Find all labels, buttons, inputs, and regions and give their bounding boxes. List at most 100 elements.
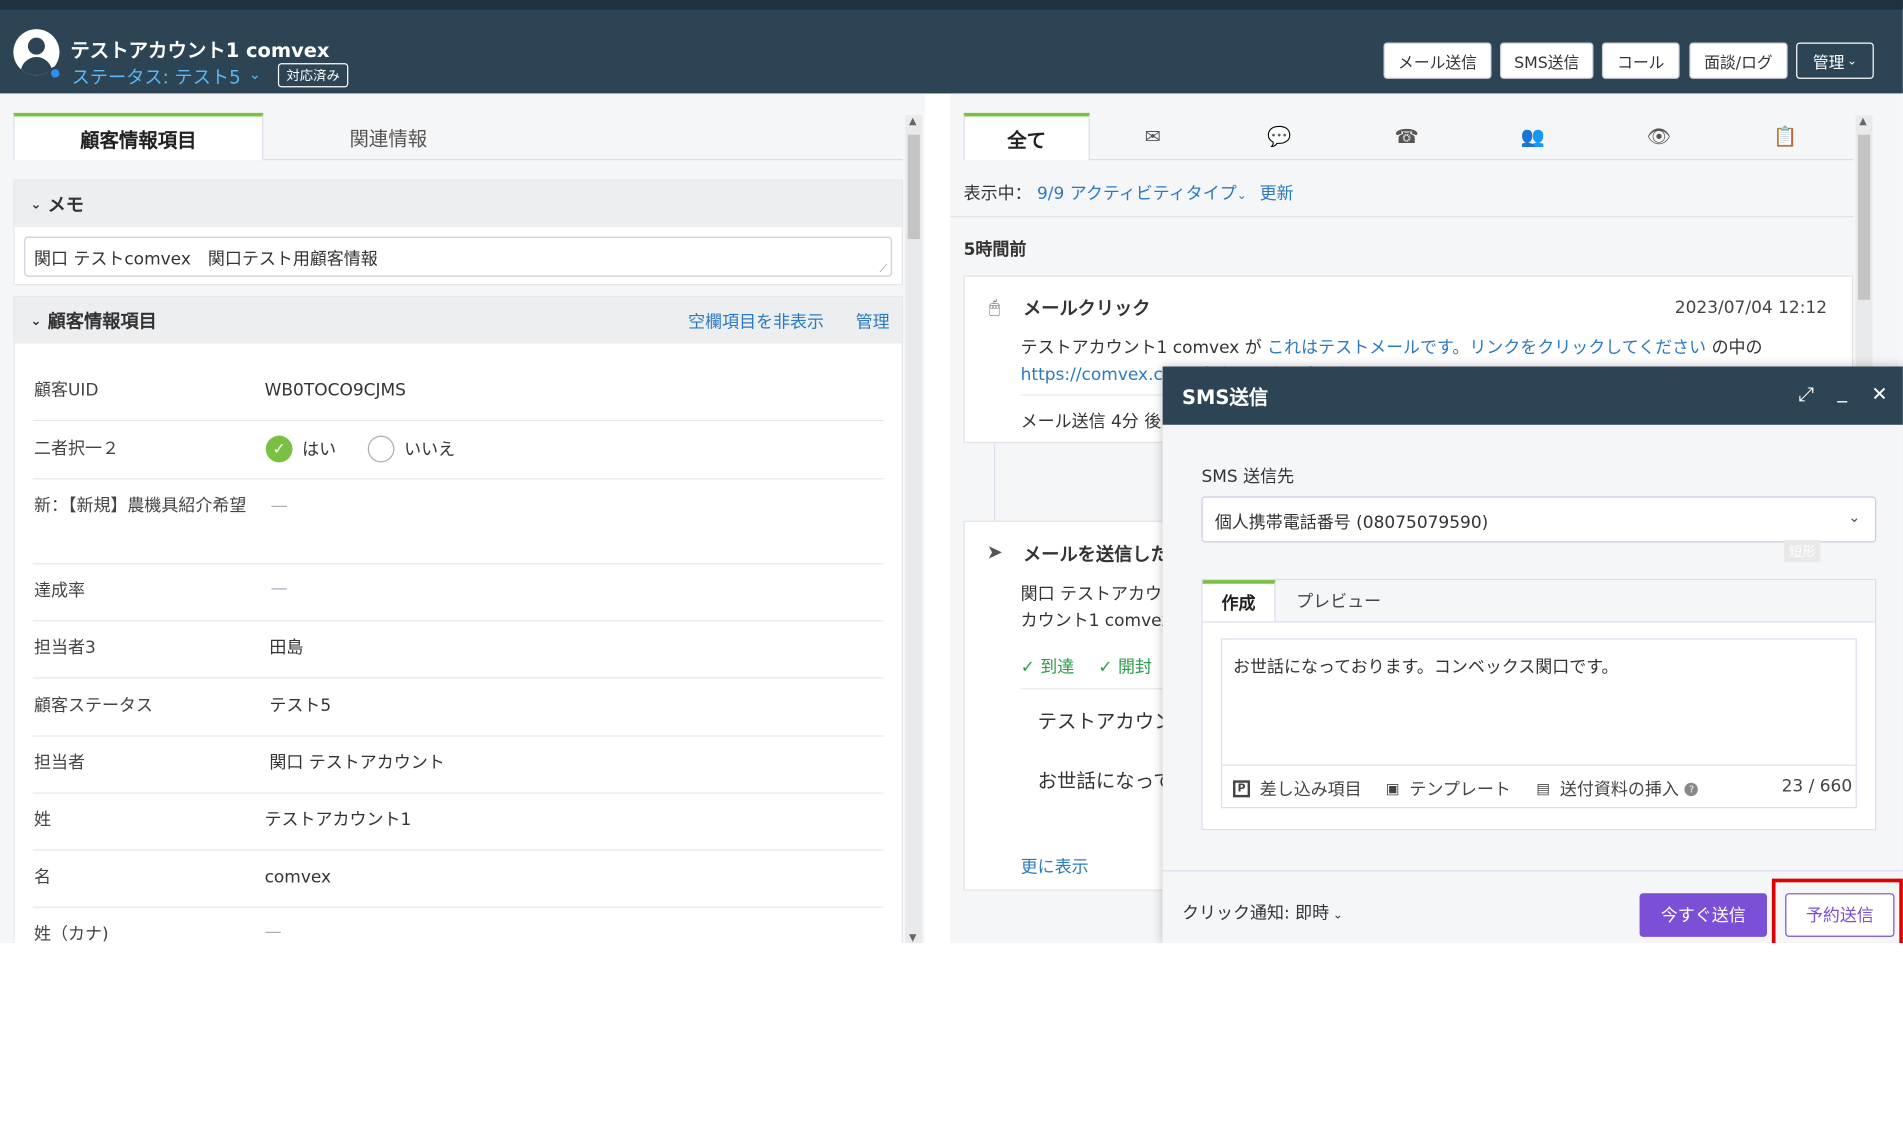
sms-dialog: SMS送信 ⤢ _ ✕ SMS 送信先 個人携帯電話番号 (0807507959… bbox=[1162, 366, 1903, 943]
field-value[interactable]: comvex bbox=[265, 865, 332, 889]
divider bbox=[950, 216, 1854, 218]
left-scrollbar[interactable]: ▲ ▼ bbox=[905, 115, 923, 943]
attach-document-button[interactable]: ▤ 送付資料の挿入? bbox=[1536, 777, 1699, 801]
tab-call[interactable]: ☎ bbox=[1343, 113, 1469, 160]
template-icon: ▣ bbox=[1385, 780, 1400, 798]
tab-meeting[interactable]: 👥 bbox=[1470, 113, 1596, 160]
scrollbar-thumb[interactable] bbox=[907, 134, 920, 240]
resize-handle-icon[interactable]: ⟋ bbox=[879, 263, 887, 275]
manage-label: 管理 bbox=[1812, 54, 1845, 73]
field-row: 顧客ステータス テスト5 bbox=[32, 678, 884, 737]
help-icon[interactable]: ? bbox=[1684, 782, 1699, 796]
send-mail-button[interactable]: メール送信 bbox=[1383, 42, 1492, 79]
sms-dialog-footer: クリック通知: 即時 ⌄ 今すぐ送信 予約送信 bbox=[1162, 870, 1903, 943]
sms-destination-label: SMS 送信先 bbox=[1201, 467, 1295, 487]
show-more-link[interactable]: 更に表示 bbox=[1021, 854, 1089, 878]
tab-related-info[interactable]: 関連情報 bbox=[263, 113, 513, 160]
schedule-send-button[interactable]: 予約送信 bbox=[1785, 893, 1895, 937]
memo-textarea[interactable]: 関口 テストcomvex 関口テスト用顧客情報 bbox=[24, 236, 892, 277]
template-label: テンプレート bbox=[1409, 780, 1511, 800]
sms-destination-select[interactable]: 個人携帯電話番号 (08075079590) ⌄ bbox=[1201, 496, 1877, 543]
attach-document-label: 送付資料の挿入 bbox=[1559, 780, 1679, 800]
minimize-icon[interactable]: _ bbox=[1837, 380, 1847, 403]
tab-chat[interactable]: 💬 bbox=[1216, 113, 1342, 160]
sms-message-textarea[interactable]: お世話になっております。コンベックス関口です。 bbox=[1220, 638, 1857, 765]
activity-title: メールクリック bbox=[1023, 297, 1151, 320]
radio-yes-checked-icon[interactable]: ✓ bbox=[265, 435, 293, 463]
field-value[interactable]: — bbox=[271, 494, 288, 518]
radio-no-label[interactable]: いいえ bbox=[404, 437, 455, 461]
tab-view[interactable]: 👁 bbox=[1596, 113, 1722, 160]
field-value[interactable]: WB0TOCO9CJMS bbox=[265, 379, 406, 403]
close-icon[interactable]: ✕ bbox=[1871, 382, 1887, 405]
mail-icon: ✉ bbox=[1144, 125, 1162, 149]
tab-compose[interactable]: 作成 bbox=[1202, 580, 1276, 622]
activity-title: メールを送信した bbox=[1023, 543, 1169, 566]
field-label: 顧客UID bbox=[33, 381, 99, 401]
chevron-down-icon: ⌄ bbox=[1332, 908, 1343, 923]
tab-preview[interactable]: プレビュー bbox=[1275, 580, 1401, 621]
delivered-status: ✓ 到達 bbox=[1020, 657, 1075, 678]
email-preview-line: テストアカウン bbox=[1037, 709, 1174, 734]
customer-status[interactable]: ステータス: テスト5 bbox=[72, 64, 241, 89]
activity-line: カウント1 comvex bbox=[1020, 611, 1172, 632]
meeting-log-button[interactable]: 面談/ログ bbox=[1689, 42, 1788, 79]
scrollbar-thumb[interactable] bbox=[1858, 134, 1871, 300]
insert-field-icon: P bbox=[1233, 780, 1251, 798]
scroll-up-icon[interactable]: ▲ bbox=[909, 115, 916, 126]
sms-dialog-header: SMS送信 bbox=[1162, 366, 1903, 425]
customer-info-section: ⌄ 顧客情報項目 空欄項目を非表示 管理 顧客UID WB0TOCO9CJMS 二者… bbox=[13, 296, 903, 943]
character-count: 23 / 660 bbox=[1781, 776, 1853, 797]
tab-all[interactable]: 全て bbox=[963, 112, 1090, 161]
refresh-link[interactable]: 更新 bbox=[1260, 184, 1294, 203]
activity-date: 2023/07/04 12:12 bbox=[1674, 298, 1828, 318]
sms-length-hint: 短形 bbox=[1783, 540, 1821, 562]
chevron-down-icon: ⌄ bbox=[1846, 54, 1858, 68]
chevron-down-icon[interactable]: ⌄ bbox=[249, 66, 261, 83]
sms-dialog-title: SMS送信 bbox=[1182, 385, 1269, 409]
tab-mail[interactable]: ✉ bbox=[1090, 113, 1216, 160]
field-label: 姓（カナ) bbox=[33, 924, 109, 943]
field-row: 姓 テストアカウント1 bbox=[32, 794, 884, 851]
filter-label: 表示中： bbox=[963, 184, 1032, 204]
timeline-line bbox=[993, 442, 996, 521]
send-icon: ➤ bbox=[986, 540, 1003, 564]
field-value[interactable]: — bbox=[271, 576, 288, 600]
hide-empty-fields-link[interactable]: 空欄項目を非表示 bbox=[688, 309, 824, 333]
manage-fields-link[interactable]: 管理 bbox=[856, 309, 890, 333]
activity-tabs: 全て ✉ 💬 ☎ 👥 👁 📋 bbox=[963, 112, 1854, 161]
call-button[interactable]: コール bbox=[1601, 42, 1680, 79]
memo-section: ⌄ メモ 関口 テストcomvex 関口テスト用顧客情報 ⟋ bbox=[13, 179, 903, 286]
send-now-button[interactable]: 今すぐ送信 bbox=[1639, 893, 1768, 937]
tab-task[interactable]: 📋 bbox=[1722, 113, 1848, 160]
field-row: 達成率 — bbox=[32, 564, 884, 622]
click-notify-select[interactable]: クリック通知: 即時 ⌄ bbox=[1182, 900, 1343, 924]
scroll-down-icon[interactable]: ▼ bbox=[909, 932, 916, 943]
tab-customer-info[interactable]: 顧客情報項目 bbox=[13, 112, 264, 161]
field-value[interactable]: 関口 テストアカウント bbox=[269, 751, 444, 775]
manage-menu-button[interactable]: 管理 ⌄ bbox=[1796, 42, 1874, 79]
left-tabs: 顧客情報項目 関連情報 bbox=[13, 112, 903, 161]
activity-type-filter[interactable]: 9/9 アクティビティタイプ bbox=[1037, 184, 1237, 203]
field-row: 名 comvex bbox=[32, 851, 884, 908]
radio-yes-label[interactable]: はい bbox=[302, 437, 336, 461]
field-value[interactable]: テストアカウント1 bbox=[265, 808, 412, 832]
field-label: 担当者3 bbox=[33, 638, 96, 658]
send-sms-button[interactable]: SMS送信 bbox=[1500, 42, 1594, 79]
radio-no-icon[interactable] bbox=[367, 435, 395, 463]
template-button[interactable]: ▣ テンプレート bbox=[1386, 777, 1511, 801]
insert-field-button[interactable]: P 差し込み項目 bbox=[1233, 777, 1362, 801]
expand-icon[interactable]: ⤢ bbox=[1799, 382, 1815, 406]
chevron-down-icon[interactable]: ⌄ bbox=[1237, 189, 1247, 202]
compose-toolbar: P 差し込み項目 ▣ テンプレート ▤ 送付資料の挿入? 23 / 660 bbox=[1220, 764, 1857, 809]
memo-header[interactable]: ⌄ メモ bbox=[14, 180, 902, 227]
scroll-up-icon[interactable]: ▲ bbox=[1859, 115, 1866, 126]
memo-title: メモ bbox=[47, 193, 85, 216]
time-group-label: 5時間前 bbox=[963, 240, 1027, 260]
chevron-down-icon: ⌄ bbox=[30, 312, 42, 329]
activity-suffix: の中の bbox=[1706, 338, 1763, 359]
email-subject-link[interactable]: これはテストメールです。リンクをクリックしてください bbox=[1267, 339, 1706, 358]
field-value[interactable]: テスト5 bbox=[269, 694, 331, 718]
field-value[interactable]: 田島 bbox=[269, 636, 303, 660]
field-value[interactable]: — bbox=[265, 920, 282, 943]
